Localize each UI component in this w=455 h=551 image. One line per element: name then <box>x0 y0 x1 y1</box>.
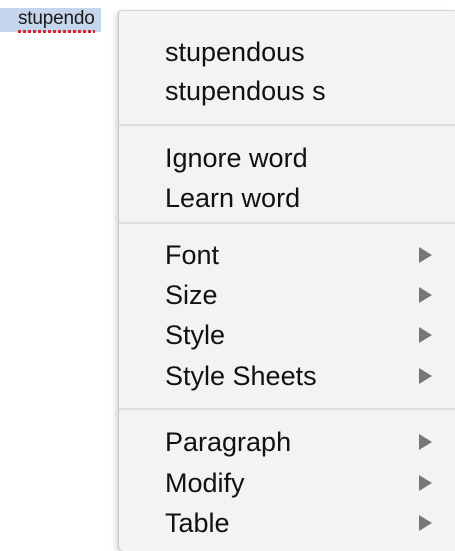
ignore-word-item[interactable]: Ignore word <box>119 138 455 178</box>
table-menu-item[interactable]: Table <box>119 503 455 543</box>
triangle-right-icon <box>419 515 432 531</box>
menu-separator <box>119 408 455 410</box>
learn-word-item[interactable]: Learn word <box>119 178 455 218</box>
spelling-context-menu: stupendous stupendous s Ignore word Lear… <box>118 10 455 551</box>
suggestion-stupendous-s[interactable]: stupendous s <box>119 71 455 111</box>
modify-menu-item[interactable]: Modify <box>119 463 455 503</box>
style-menu-item[interactable]: Style <box>119 315 455 355</box>
triangle-right-icon <box>419 287 432 303</box>
triangle-right-icon <box>419 475 432 491</box>
size-menu-item[interactable]: Size <box>119 275 455 315</box>
paragraph-menu-item[interactable]: Paragraph <box>119 422 455 462</box>
menu-separator <box>119 124 455 126</box>
triangle-right-icon <box>419 247 432 263</box>
triangle-right-icon <box>419 434 432 450</box>
suggestion-stupendous[interactable]: stupendous <box>119 32 455 72</box>
style-sheets-menu-item[interactable]: Style Sheets <box>119 356 455 396</box>
misspelled-word-text: stupendo <box>18 9 95 33</box>
triangle-right-icon <box>419 368 432 384</box>
font-menu-item[interactable]: Font <box>119 235 455 275</box>
selected-misspelled-word[interactable]: stupendo <box>0 8 101 33</box>
menu-separator <box>119 222 455 224</box>
triangle-right-icon <box>419 327 432 343</box>
spelling-error-underline <box>18 30 95 33</box>
